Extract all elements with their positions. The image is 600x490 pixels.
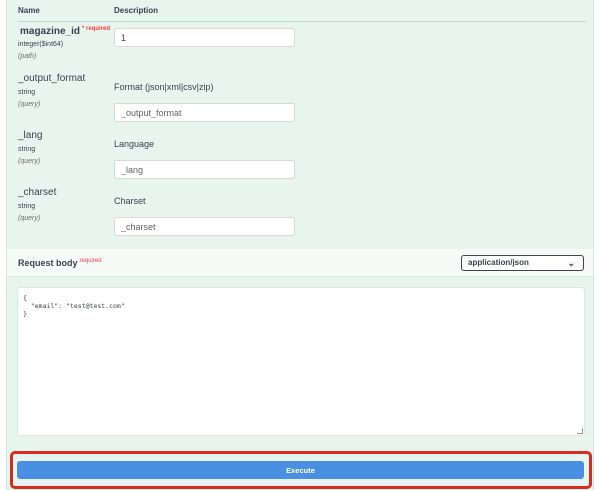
request-body-editor[interactable]: { "email": "test@test.com" } (17, 287, 585, 436)
param-name: _output_format (18, 73, 86, 84)
resize-grip-icon[interactable] (577, 428, 583, 434)
content-type-value: application/json (468, 258, 529, 267)
parameters-table-header: Name Description (18, 6, 586, 22)
param-location: (path) (18, 53, 37, 60)
execute-button[interactable]: Execute (17, 461, 584, 479)
execute-highlight-frame: Execute (10, 451, 592, 489)
magazine-id-input[interactable] (114, 28, 295, 47)
content-type-select[interactable]: application/json ⌄ (461, 255, 584, 271)
param-type: string (18, 89, 36, 96)
column-header-description: Description (114, 6, 159, 15)
param-type: string (18, 146, 36, 153)
param-description: Format (json|xml|csv|zip) (114, 82, 214, 92)
column-header-name: Name (18, 6, 40, 15)
param-row-lang: _lang string (query) Language (18, 130, 588, 180)
required-marker: * required (82, 26, 111, 32)
charset-input[interactable] (114, 217, 295, 236)
param-name: _lang (18, 130, 43, 141)
param-row-output-format: _output_format string (query) Format (js… (18, 73, 588, 123)
param-type: string (18, 203, 36, 210)
param-name: _charset (18, 187, 57, 198)
required-marker: required (79, 258, 102, 264)
param-description: Language (114, 139, 155, 149)
param-description: Charset (114, 196, 146, 206)
param-name: magazine_id * required (20, 26, 111, 37)
request-body-title: Request body required (18, 258, 102, 268)
param-location: (query) (18, 158, 41, 165)
request-body-header: Request body required application/json ⌄ (7, 249, 593, 277)
request-body-code: { "email": "test@test.com" } (23, 294, 125, 318)
param-location: (query) (18, 101, 41, 108)
param-row-magazine-id: magazine_id * required integer($int64) (p… (18, 26, 588, 66)
param-type: integer($int64) (18, 41, 64, 48)
lang-input[interactable] (114, 160, 295, 179)
param-row-charset: _charset string (query) Charset (18, 187, 588, 237)
output-format-input[interactable] (114, 103, 295, 122)
chevron-down-icon: ⌄ (567, 258, 575, 268)
param-location: (query) (18, 215, 41, 222)
